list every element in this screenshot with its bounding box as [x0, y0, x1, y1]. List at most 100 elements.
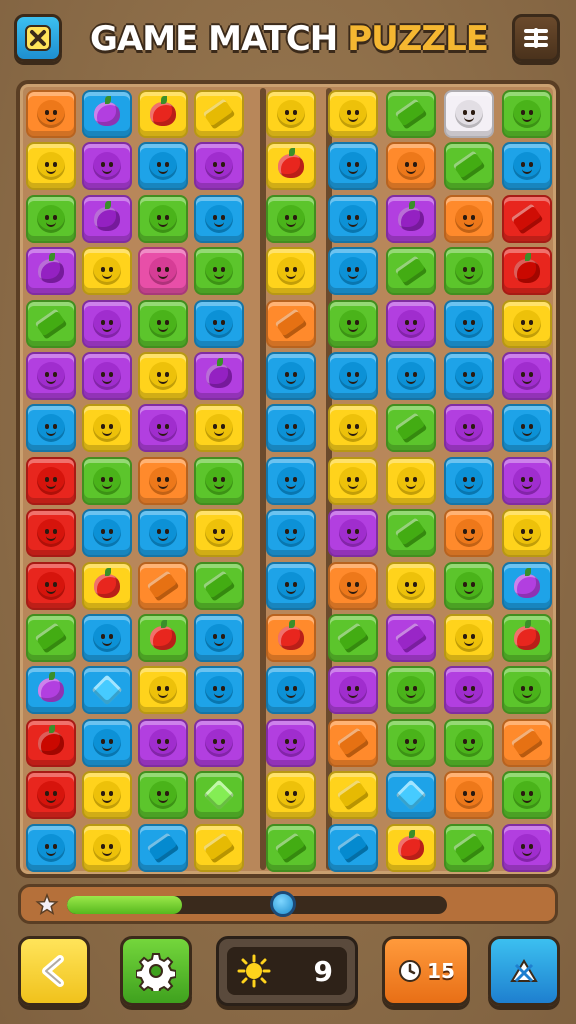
board-tile[interactable]: [138, 561, 188, 610]
board-tile[interactable]: [194, 509, 244, 558]
board-tile[interactable]: [328, 666, 378, 715]
board-tile[interactable]: [138, 771, 188, 820]
board-tile[interactable]: [444, 509, 494, 558]
share-button[interactable]: [488, 936, 560, 1006]
timer-button[interactable]: 15: [382, 936, 470, 1006]
board-tile[interactable]: [194, 823, 244, 872]
board-tile[interactable]: [444, 142, 494, 191]
board-tile[interactable]: [82, 456, 132, 505]
board-tile[interactable]: [194, 666, 244, 715]
board-tile[interactable]: [328, 194, 378, 243]
board-tile[interactable]: [502, 823, 552, 872]
board-tile[interactable]: [386, 247, 436, 296]
board-tile[interactable]: [444, 194, 494, 243]
board-tile[interactable]: [82, 404, 132, 453]
board-tile[interactable]: [328, 456, 378, 505]
back-button[interactable]: [18, 936, 90, 1006]
board-tile[interactable]: [82, 509, 132, 558]
board-tile[interactable]: [444, 666, 494, 715]
board-tile[interactable]: [194, 404, 244, 453]
board-tile[interactable]: [82, 666, 132, 715]
close-button[interactable]: [14, 14, 62, 62]
board-tile[interactable]: [386, 456, 436, 505]
board-tile[interactable]: [26, 614, 76, 662]
board-tile[interactable]: [26, 247, 76, 296]
board-tile[interactable]: [386, 194, 436, 243]
board-tile[interactable]: [502, 509, 552, 558]
board-tile[interactable]: [386, 823, 436, 872]
board-tile[interactable]: [138, 194, 188, 243]
board-tile[interactable]: [386, 666, 436, 715]
settings-button[interactable]: [120, 936, 192, 1006]
board-tile[interactable]: [266, 509, 316, 558]
board-tile[interactable]: [138, 404, 188, 453]
board-tile[interactable]: [138, 352, 188, 400]
board-tile[interactable]: [386, 352, 436, 400]
board-tile[interactable]: [266, 247, 316, 296]
board-tile[interactable]: [386, 509, 436, 558]
board-tile[interactable]: [26, 352, 76, 400]
board-tile[interactable]: [82, 299, 132, 348]
board-tile[interactable]: [444, 247, 494, 296]
board-tile[interactable]: [266, 456, 316, 505]
board-tile[interactable]: [194, 142, 244, 191]
board-tile[interactable]: [502, 247, 552, 296]
board-tile[interactable]: [444, 352, 494, 400]
board-tile[interactable]: [82, 561, 132, 610]
board-tile[interactable]: [444, 90, 494, 138]
board-tile[interactable]: [444, 614, 494, 662]
board-tile[interactable]: [138, 509, 188, 558]
board-tile[interactable]: [194, 771, 244, 820]
board-tile[interactable]: [266, 90, 316, 138]
board-tile[interactable]: [26, 718, 76, 767]
board-tile[interactable]: [266, 718, 316, 767]
board-tile[interactable]: [386, 614, 436, 662]
board-tile[interactable]: [82, 352, 132, 400]
board-tile[interactable]: [444, 456, 494, 505]
board-tile[interactable]: [26, 456, 76, 505]
board-tile[interactable]: [82, 823, 132, 872]
board-tile[interactable]: [266, 194, 316, 243]
board-tile[interactable]: [444, 404, 494, 453]
board-tile[interactable]: [194, 614, 244, 662]
board-tile[interactable]: [502, 561, 552, 610]
menu-button[interactable]: [512, 14, 560, 62]
board-tile[interactable]: [138, 614, 188, 662]
board-tile[interactable]: [328, 352, 378, 400]
board-tile[interactable]: [386, 299, 436, 348]
board-tile[interactable]: [26, 771, 76, 820]
board-tile[interactable]: [444, 299, 494, 348]
board-tile[interactable]: [266, 771, 316, 820]
board-tile[interactable]: [502, 142, 552, 191]
board-tile[interactable]: [328, 90, 378, 138]
board-tile[interactable]: [138, 823, 188, 872]
board-tile[interactable]: [82, 142, 132, 191]
board-tile[interactable]: [194, 352, 244, 400]
board-tile[interactable]: [194, 90, 244, 138]
board-tile[interactable]: [194, 247, 244, 296]
board-tile[interactable]: [194, 194, 244, 243]
board-tile[interactable]: [266, 614, 316, 662]
board-tile[interactable]: [82, 614, 132, 662]
board-tile[interactable]: [194, 456, 244, 505]
board-tile[interactable]: [82, 247, 132, 296]
board-tile[interactable]: [26, 509, 76, 558]
board-tile[interactable]: [138, 299, 188, 348]
progress-slider-knob[interactable]: [270, 891, 296, 917]
board-tile[interactable]: [328, 299, 378, 348]
board-tile[interactable]: [328, 614, 378, 662]
board-tile[interactable]: [26, 194, 76, 243]
board-tile[interactable]: [138, 142, 188, 191]
board-tile[interactable]: [138, 90, 188, 138]
board-tile[interactable]: [266, 561, 316, 610]
board-tile[interactable]: [386, 404, 436, 453]
board-tile[interactable]: [266, 823, 316, 872]
board-tile[interactable]: [266, 404, 316, 453]
board-tile[interactable]: [444, 823, 494, 872]
board-tile[interactable]: [502, 194, 552, 243]
board-tile[interactable]: [386, 771, 436, 820]
board-tile[interactable]: [26, 561, 76, 610]
board-tile[interactable]: [386, 561, 436, 610]
board-tile[interactable]: [266, 142, 316, 191]
board-tile[interactable]: [444, 718, 494, 767]
